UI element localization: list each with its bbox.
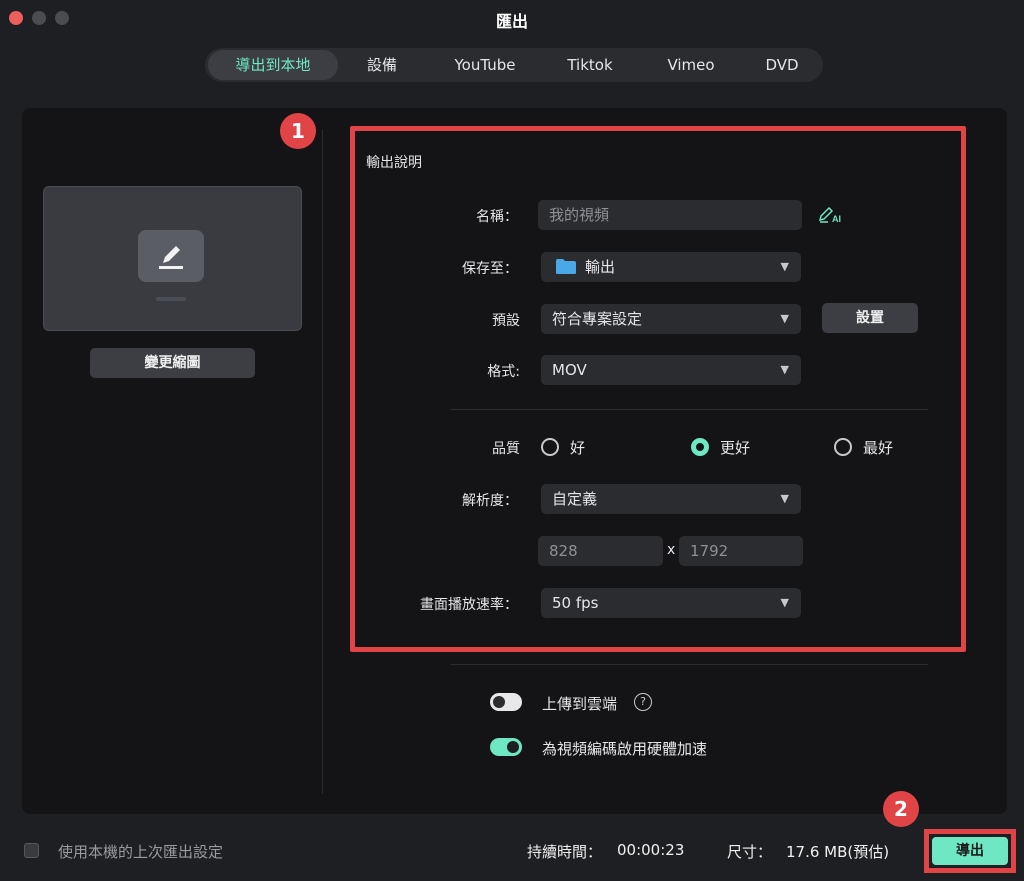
panel-divider	[322, 130, 323, 794]
help-icon[interactable]: ?	[634, 693, 652, 711]
edit-thumbnail-icon	[138, 230, 204, 282]
size-label: 尺寸：	[727, 843, 773, 861]
preset-label: 預設	[492, 313, 520, 329]
chevron-down-icon: ▼	[780, 260, 789, 273]
hw-accel-toggle[interactable]	[490, 738, 522, 756]
quality-best-label: 最好	[863, 439, 894, 457]
resolution-select[interactable]: 自定義 ▼	[541, 484, 801, 514]
chevron-down-icon: ▼	[780, 312, 789, 325]
export-target-tabs: 導出到本地 設備 YouTube Tiktok Vimeo DVD	[205, 48, 823, 82]
format-label: 格式:	[487, 364, 520, 380]
chevron-down-icon: ▼	[780, 492, 789, 505]
upload-cloud-toggle[interactable]	[490, 693, 522, 711]
settings-button[interactable]: 設置	[822, 303, 918, 333]
height-input[interactable]: 1792	[679, 536, 803, 566]
tab-tiktok[interactable]: Tiktok	[544, 50, 636, 80]
preset-value: 符合專案設定	[552, 310, 643, 328]
resolution-value: 自定義	[552, 490, 598, 508]
upload-cloud-label: 上傳到雲端	[542, 695, 618, 713]
quality-best-radio[interactable]	[834, 438, 852, 456]
frame-rate-label: 畫面播放速率：	[420, 597, 518, 613]
quality-good-label: 好	[570, 439, 586, 457]
change-thumbnail-button[interactable]: 變更縮圖	[90, 348, 255, 378]
output-section-title: 輸出說明	[366, 155, 422, 171]
quality-better-label: 更好	[720, 439, 751, 457]
save-to-select[interactable]: 輸出 ▼	[541, 252, 801, 282]
thumbnail-shadow	[156, 297, 186, 301]
chevron-down-icon: ▼	[780, 596, 789, 609]
remember-settings-checkbox[interactable]	[24, 843, 39, 858]
section-divider	[450, 409, 928, 410]
format-value: MOV	[552, 361, 587, 379]
size-value: 17.6 MB(預估)	[786, 843, 890, 861]
window-title: 匯出	[495, 12, 528, 31]
remember-settings-label: 使用本機的上次匯出設定	[58, 843, 224, 861]
tab-vimeo[interactable]: Vimeo	[636, 50, 746, 80]
section-divider	[450, 664, 928, 665]
times-sign: x	[667, 542, 676, 558]
name-label: 名稱：	[476, 209, 518, 225]
quality-good-radio[interactable]	[541, 438, 559, 456]
duration-label: 持續時間：	[527, 843, 603, 861]
format-select[interactable]: MOV ▼	[541, 355, 801, 385]
tab-youtube[interactable]: YouTube	[426, 50, 544, 80]
chevron-down-icon: ▼	[780, 363, 789, 376]
duration-value: 00:00:23	[617, 841, 685, 859]
tab-device[interactable]: 設備	[338, 50, 426, 80]
frame-rate-value: 50 fps	[552, 594, 599, 612]
tab-dvd[interactable]: DVD	[746, 50, 818, 80]
tab-local[interactable]: 導出到本地	[208, 50, 338, 80]
quality-label: 品質	[492, 441, 520, 457]
annotation-badge-2: 2	[883, 791, 919, 827]
folder-icon	[555, 258, 577, 275]
frame-rate-select[interactable]: 50 fps ▼	[541, 588, 801, 618]
preset-select[interactable]: 符合專案設定 ▼	[541, 304, 801, 334]
annotation-badge-1: 1	[280, 113, 316, 149]
hw-accel-label: 為視頻編碼啟用硬體加速	[542, 740, 708, 758]
width-input[interactable]: 828	[538, 536, 663, 566]
save-to-label: 保存至：	[462, 261, 518, 277]
resolution-label: 解析度：	[462, 493, 518, 509]
name-input[interactable]: 我的視頻	[538, 200, 802, 230]
export-button[interactable]: 導出	[932, 837, 1008, 865]
quality-better-radio[interactable]	[691, 438, 709, 456]
ai-rename-icon[interactable]: AI	[818, 204, 848, 226]
save-to-value: 輸出	[585, 258, 616, 276]
ai-label: AI	[832, 214, 841, 224]
